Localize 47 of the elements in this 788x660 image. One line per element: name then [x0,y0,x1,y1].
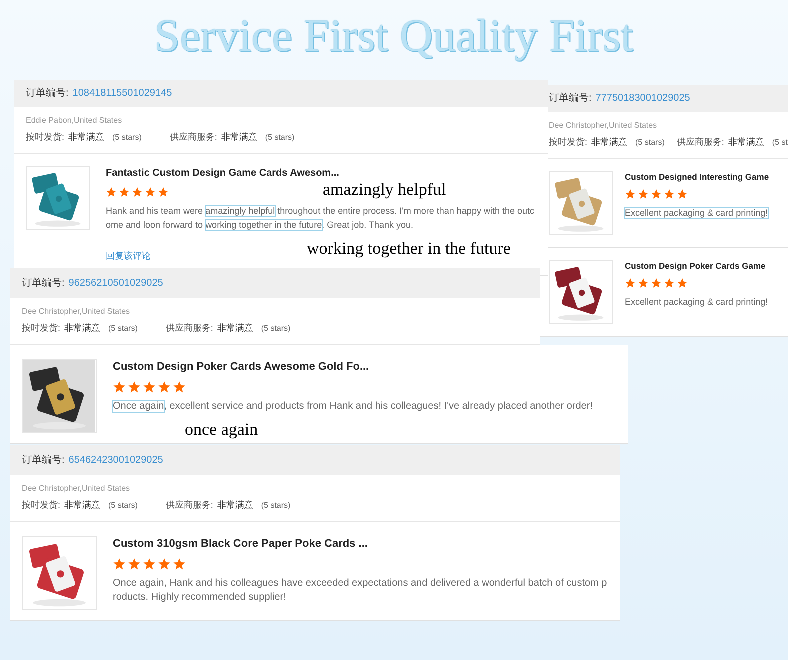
rating-value: 非常满意 [68,131,105,144]
rating-value: 非常满意 [64,499,101,512]
rating-label: 供应商服务: [166,322,214,335]
review-text: Excellent packaging & card printing! [625,207,770,220]
rating-stars-text: (5 st [772,137,788,149]
rating-stars-text: (5 stars) [261,500,291,512]
product-title[interactable]: Fantastic Custom Design Game Cards Awesom... [106,166,340,180]
buyer-name: Dee Christopher,United States [22,483,132,495]
order-label: 订单编号: [549,92,592,106]
rating-stars-text: (5 stars) [636,137,665,149]
buyer-name: Eddie Pabon,United States [26,115,124,127]
product-title[interactable]: Custom 310gsm Black Core Paper Poke Cards ... [113,536,368,552]
review-text: Once again, excellent service and products from Hank and his colleagues! I've already placed another order! [113,400,594,414]
rating-stars-text: (5 stars) [108,500,138,512]
rating-label: 按时发货: [22,499,61,512]
banner-title: Service First Quality First [154,9,634,63]
rating-stars-text: (5 stars) [112,132,142,144]
rating-value: 非常满意 [728,136,764,149]
rating-stars-text: (5 stars) [108,323,138,335]
rating-label: 供应商服务: [170,131,218,144]
rating-value: 非常满意 [217,499,254,512]
rating-value: 非常满意 [64,322,101,335]
order-label: 订单编号: [26,86,69,101]
rating-label: 按时发货: [549,136,588,149]
rating-label: 供应商服务: [676,136,724,149]
buyer-name: Dee Christopher,United States [22,306,132,318]
rating-stars-text: (5 stars) [261,323,291,335]
rating-value: 非常满意 [217,322,254,335]
product-title[interactable]: Custom Design Poker Cards Game [625,260,766,272]
product-title[interactable]: Custom Design Poker Cards Awesome Gold Fo... [113,358,370,375]
annotation-text: once again [185,419,258,441]
rating-label: 按时发货: [26,131,65,144]
review-text: Once again, Hank and his colleagues have exceeded expectations and delivered a wonderful batch of custom products. Highly recommended supplier! [113,577,608,605]
order-label: 订单编号: [22,454,65,468]
annotation-text: amazingly helpful [323,179,446,201]
rating-value: 非常满意 [592,136,628,149]
buyer-name: Dee Christopher,United States [549,120,658,132]
reply-link[interactable]: 回复该评论 [106,250,151,263]
product-title[interactable]: Custom Designed Interesting Game [625,170,770,184]
rating-value: 非常满意 [221,131,258,144]
rating-stars-text: (5 stars) [265,132,295,144]
rating-label: 供应商服务: [166,499,214,512]
annotation-text: working together in the future [307,238,511,260]
review-text: Hank and his team were amazingly helpful throughout the entire process. I'm more than happy with the outcome and loon forward to working together in the future. Great job. Thank you. [106,204,536,232]
order-label: 订单编号: [22,276,65,290]
rating-label: 按时发货: [22,322,61,335]
review-text: Excellent packaging & card printing! [625,296,770,310]
